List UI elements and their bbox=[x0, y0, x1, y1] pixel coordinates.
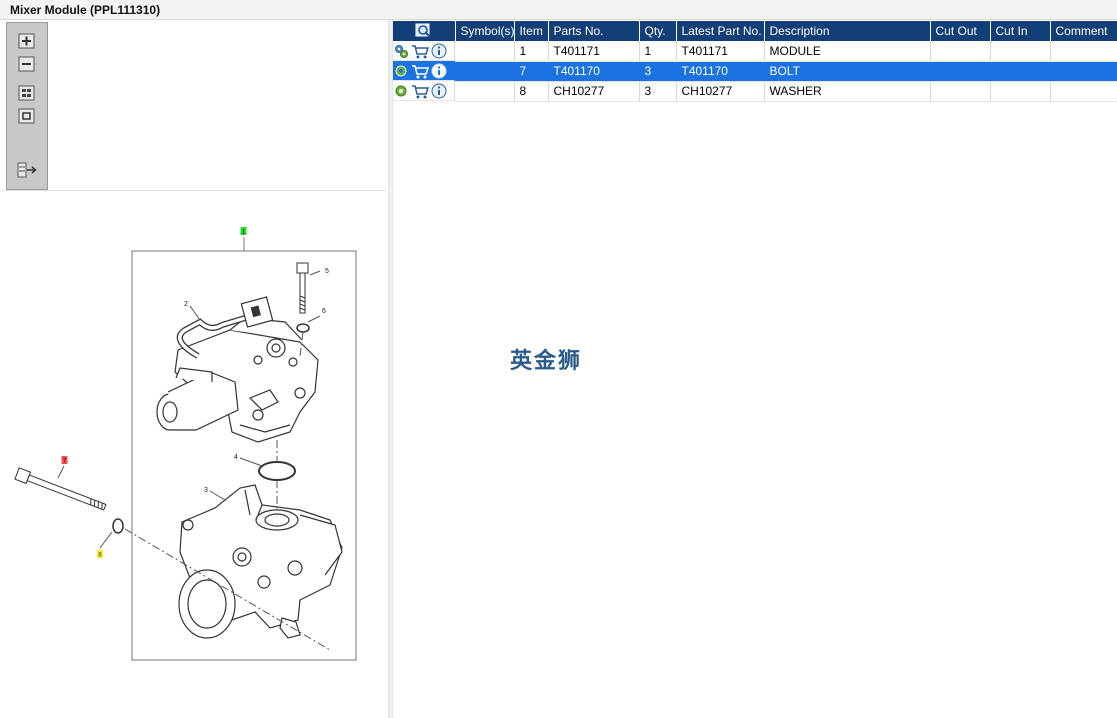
table-header: Symbol(s) Item Parts No. Qty. Latest Par… bbox=[393, 21, 1117, 41]
cart-icon[interactable] bbox=[411, 63, 429, 79]
cell-item: 8 bbox=[514, 81, 549, 102]
toolbar-divider bbox=[2, 190, 386, 191]
parts-table: Symbol(s) Item Parts No. Qty. Latest Par… bbox=[393, 21, 1117, 102]
cart-icon[interactable] bbox=[411, 83, 429, 99]
cell-item: 1 bbox=[514, 41, 549, 62]
cell-cut-in bbox=[990, 41, 1051, 62]
window-title: Mixer Module (PPL111310) bbox=[10, 3, 161, 17]
zoom-out-button[interactable] bbox=[16, 55, 38, 73]
column-header-parts-no[interactable]: Parts No. bbox=[548, 21, 640, 41]
cart-icon[interactable] bbox=[411, 43, 429, 59]
info-icon[interactable] bbox=[431, 83, 447, 99]
export-icon bbox=[17, 162, 37, 178]
cell-symbols bbox=[455, 61, 515, 82]
column-header-comment[interactable]: Comment bbox=[1050, 21, 1117, 41]
cell-parts-no: CH10277 bbox=[548, 81, 640, 102]
cell-symbols bbox=[455, 81, 515, 102]
actual-size-icon bbox=[18, 108, 35, 124]
column-header-cut-in[interactable]: Cut In bbox=[990, 21, 1051, 41]
parts-list-pane: Symbol(s) Item Parts No. Qty. Latest Par… bbox=[393, 20, 1117, 718]
cell-qty: 3 bbox=[639, 61, 677, 82]
column-header-symbols[interactable]: Symbol(s) bbox=[455, 21, 515, 41]
parts-illustration: 1 2 3 4 5 6 7 8 bbox=[14, 227, 357, 661]
fit-page-button[interactable] bbox=[16, 84, 38, 102]
title-bar: Mixer Module (PPL111310) bbox=[0, 0, 1117, 20]
info-icon[interactable] bbox=[431, 63, 447, 79]
cell-latest-part-no: T401170 bbox=[676, 61, 765, 82]
table-row[interactable]: 1 T401171 1 T401171 MODULE bbox=[393, 41, 1117, 62]
watermark-text: 英金狮 bbox=[510, 349, 583, 374]
column-header-tools[interactable] bbox=[393, 21, 456, 41]
callout-6: 6 bbox=[322, 308, 326, 315]
cell-item: 7 bbox=[514, 61, 549, 82]
column-header-description[interactable]: Description bbox=[764, 21, 931, 41]
gears-icon[interactable] bbox=[393, 43, 409, 59]
column-header-qty[interactable]: Qty. bbox=[639, 21, 677, 41]
cell-latest-part-no: T401171 bbox=[676, 41, 765, 62]
table-row-selected[interactable]: 7 T401170 3 T401170 BOLT bbox=[393, 61, 1117, 82]
gear-icon[interactable] bbox=[393, 63, 409, 79]
actual-size-button[interactable] bbox=[16, 107, 38, 125]
info-icon[interactable] bbox=[431, 43, 447, 59]
callout-5: 5 bbox=[325, 268, 329, 275]
callout-4: 4 bbox=[234, 454, 238, 461]
cell-qty: 3 bbox=[639, 81, 677, 102]
row-actions bbox=[393, 61, 455, 81]
cell-qty: 1 bbox=[639, 41, 677, 62]
cell-description: WASHER bbox=[764, 81, 931, 102]
callout-3: 3 bbox=[204, 487, 208, 494]
export-button[interactable] bbox=[16, 161, 38, 179]
column-header-cut-out[interactable]: Cut Out bbox=[930, 21, 991, 41]
zoom-in-icon bbox=[18, 33, 35, 49]
column-header-item[interactable]: Item bbox=[514, 21, 549, 41]
row-actions bbox=[393, 81, 455, 101]
cell-cut-out bbox=[930, 61, 991, 82]
cell-comment bbox=[1050, 41, 1117, 62]
gear-icon[interactable] bbox=[393, 83, 409, 99]
cell-parts-no: T401171 bbox=[548, 41, 640, 62]
cell-parts-no: T401170 bbox=[548, 61, 640, 82]
table-row[interactable]: 8 CH10277 3 CH10277 WASHER bbox=[393, 81, 1117, 102]
cell-description: MODULE bbox=[764, 41, 931, 62]
cell-latest-part-no: CH10277 bbox=[676, 81, 765, 102]
cell-cut-out bbox=[930, 41, 991, 62]
cell-symbols bbox=[455, 41, 515, 62]
cell-cut-in bbox=[990, 81, 1051, 102]
zoom-in-button[interactable] bbox=[16, 32, 38, 50]
cell-cut-out bbox=[930, 81, 991, 102]
cell-comment bbox=[1050, 81, 1117, 102]
cell-cut-in bbox=[990, 61, 1051, 82]
row-actions bbox=[393, 41, 455, 61]
viewer-toolbar bbox=[6, 22, 48, 190]
search-parts-icon bbox=[415, 23, 431, 38]
callout-2: 2 bbox=[184, 301, 188, 308]
column-header-latest-part-no[interactable]: Latest Part No. bbox=[676, 21, 765, 41]
zoom-out-icon bbox=[18, 56, 35, 72]
fit-page-icon bbox=[18, 85, 35, 101]
cell-comment bbox=[1050, 61, 1117, 82]
cell-description: BOLT bbox=[764, 61, 931, 82]
